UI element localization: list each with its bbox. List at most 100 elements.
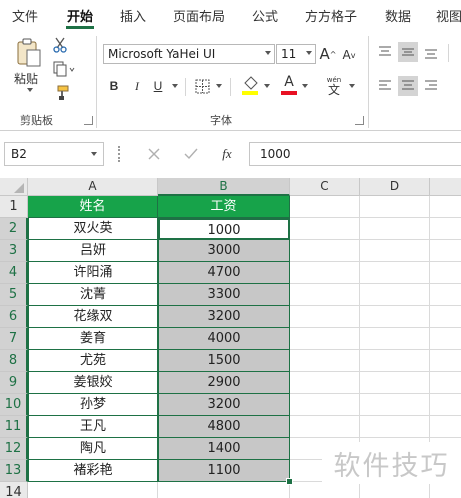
row-header-12[interactable]: 12	[0, 438, 28, 460]
column-header-d[interactable]: D	[360, 178, 430, 196]
row-header-3[interactable]: 3	[0, 240, 28, 262]
tab-data[interactable]: 数据	[385, 6, 411, 25]
cell-overflow[interactable]	[430, 196, 461, 218]
cell-a14[interactable]	[28, 482, 158, 498]
cell-overflow[interactable]	[430, 416, 461, 438]
cell-overflow[interactable]	[430, 328, 461, 350]
row-header-4[interactable]: 4	[0, 262, 28, 284]
tab-page-layout[interactable]: 页面布局	[173, 6, 225, 25]
cell-b5[interactable]: 3300	[158, 284, 290, 306]
align-middle-button[interactable]	[398, 42, 418, 62]
font-color-dropdown-icon[interactable]	[302, 84, 308, 88]
italic-button[interactable]: I	[129, 76, 145, 96]
tab-insert[interactable]: 插入	[120, 6, 146, 25]
phonetic-guide-button[interactable]: wén 文	[322, 74, 346, 98]
cell-d7[interactable]	[360, 328, 430, 350]
cell-overflow[interactable]	[430, 350, 461, 372]
cell-overflow[interactable]	[430, 372, 461, 394]
cell-overflow[interactable]	[430, 394, 461, 416]
cell-overflow[interactable]	[430, 262, 461, 284]
cell-c1[interactable]	[290, 196, 360, 218]
cell-b11[interactable]: 4800	[158, 416, 290, 438]
bold-button[interactable]: B	[106, 76, 122, 96]
formula-bar-grip[interactable]	[118, 146, 122, 162]
cell-c6[interactable]	[290, 306, 360, 328]
cell-b8[interactable]: 1500	[158, 350, 290, 372]
font-family-select[interactable]: Microsoft YaHei UI	[103, 44, 275, 64]
header-cell-b[interactable]: 工资	[158, 196, 290, 218]
cell-d8[interactable]	[360, 350, 430, 372]
row-header-14[interactable]: 14	[0, 482, 28, 498]
header-cell-a[interactable]: 姓名	[28, 196, 158, 218]
cell-a9[interactable]: 姜银姣	[28, 372, 158, 394]
row-header-10[interactable]: 10	[0, 394, 28, 416]
tab-formulas[interactable]: 公式	[252, 6, 278, 25]
cell-a3[interactable]: 吕妍	[28, 240, 158, 262]
cell-d1[interactable]	[360, 196, 430, 218]
underline-dropdown-icon[interactable]	[172, 84, 178, 88]
fill-color-dropdown-icon[interactable]	[264, 84, 270, 88]
cell-b7[interactable]: 4000	[158, 328, 290, 350]
font-launcher-icon[interactable]	[355, 116, 364, 125]
row-header-13[interactable]: 13	[0, 460, 28, 482]
column-header-next[interactable]	[430, 178, 461, 196]
cell-b4[interactable]: 4700	[158, 262, 290, 284]
copy-button[interactable]	[52, 60, 76, 78]
row-header-7[interactable]: 7	[0, 328, 28, 350]
select-all-button[interactable]	[0, 178, 28, 196]
cancel-button[interactable]	[146, 145, 162, 163]
cell-a12[interactable]: 陶凡	[28, 438, 158, 460]
cell-c8[interactable]	[290, 350, 360, 372]
borders-dropdown-icon[interactable]	[216, 84, 222, 88]
cell-a6[interactable]: 花缘双	[28, 306, 158, 328]
cell-c3[interactable]	[290, 240, 360, 262]
clipboard-launcher-icon[interactable]	[84, 116, 93, 125]
tab-home[interactable]: 开始	[67, 6, 93, 25]
cell-b13[interactable]: 1100	[158, 460, 290, 482]
cell-a4[interactable]: 许阳涌	[28, 262, 158, 284]
cell-c2[interactable]	[290, 218, 360, 240]
row-header-2[interactable]: 2	[0, 218, 28, 240]
row-header-1[interactable]: 1	[0, 196, 28, 218]
cell-b6[interactable]: 3200	[158, 306, 290, 328]
grow-font-button[interactable]: A ^	[318, 43, 338, 65]
align-center-button[interactable]	[398, 76, 418, 96]
cell-a11[interactable]: 王凡	[28, 416, 158, 438]
cell-overflow[interactable]	[430, 240, 461, 262]
font-color-button[interactable]: A	[280, 74, 298, 96]
cell-a5[interactable]: 沈菁	[28, 284, 158, 306]
row-header-6[interactable]: 6	[0, 306, 28, 328]
cell-d14[interactable]	[360, 482, 430, 498]
column-header-b[interactable]: B	[158, 178, 290, 196]
cell-c11[interactable]	[290, 416, 360, 438]
align-right-button[interactable]	[422, 76, 440, 96]
align-bottom-button[interactable]	[422, 42, 440, 62]
cell-d10[interactable]	[360, 394, 430, 416]
cell-c4[interactable]	[290, 262, 360, 284]
cell-overflow[interactable]	[430, 284, 461, 306]
fill-handle[interactable]	[286, 478, 293, 485]
cell-c9[interactable]	[290, 372, 360, 394]
enter-button[interactable]	[182, 145, 200, 163]
cell-b9[interactable]: 2900	[158, 372, 290, 394]
paste-dropdown-icon[interactable]	[27, 88, 33, 92]
cell-c10[interactable]	[290, 394, 360, 416]
cell-d6[interactable]	[360, 306, 430, 328]
cell-a10[interactable]: 孙梦	[28, 394, 158, 416]
cell-overflow[interactable]	[430, 306, 461, 328]
cell-a7[interactable]: 姜育	[28, 328, 158, 350]
cell-d5[interactable]	[360, 284, 430, 306]
tab-fangfang[interactable]: 方方格子	[305, 6, 357, 25]
column-header-a[interactable]: A	[28, 178, 158, 196]
cell-d2[interactable]	[360, 218, 430, 240]
cell-a13[interactable]: 褚彩艳	[28, 460, 158, 482]
cell-c14[interactable]	[290, 482, 360, 498]
shrink-font-button[interactable]: Av	[340, 45, 358, 65]
cell-d3[interactable]	[360, 240, 430, 262]
phonetic-dropdown-icon[interactable]	[349, 84, 355, 88]
fill-color-button[interactable]	[240, 74, 260, 96]
tab-file[interactable]: 文件	[12, 6, 38, 25]
cell-overflow[interactable]	[430, 218, 461, 240]
formula-input[interactable]: 1000	[249, 142, 461, 166]
cut-button[interactable]	[52, 36, 68, 54]
